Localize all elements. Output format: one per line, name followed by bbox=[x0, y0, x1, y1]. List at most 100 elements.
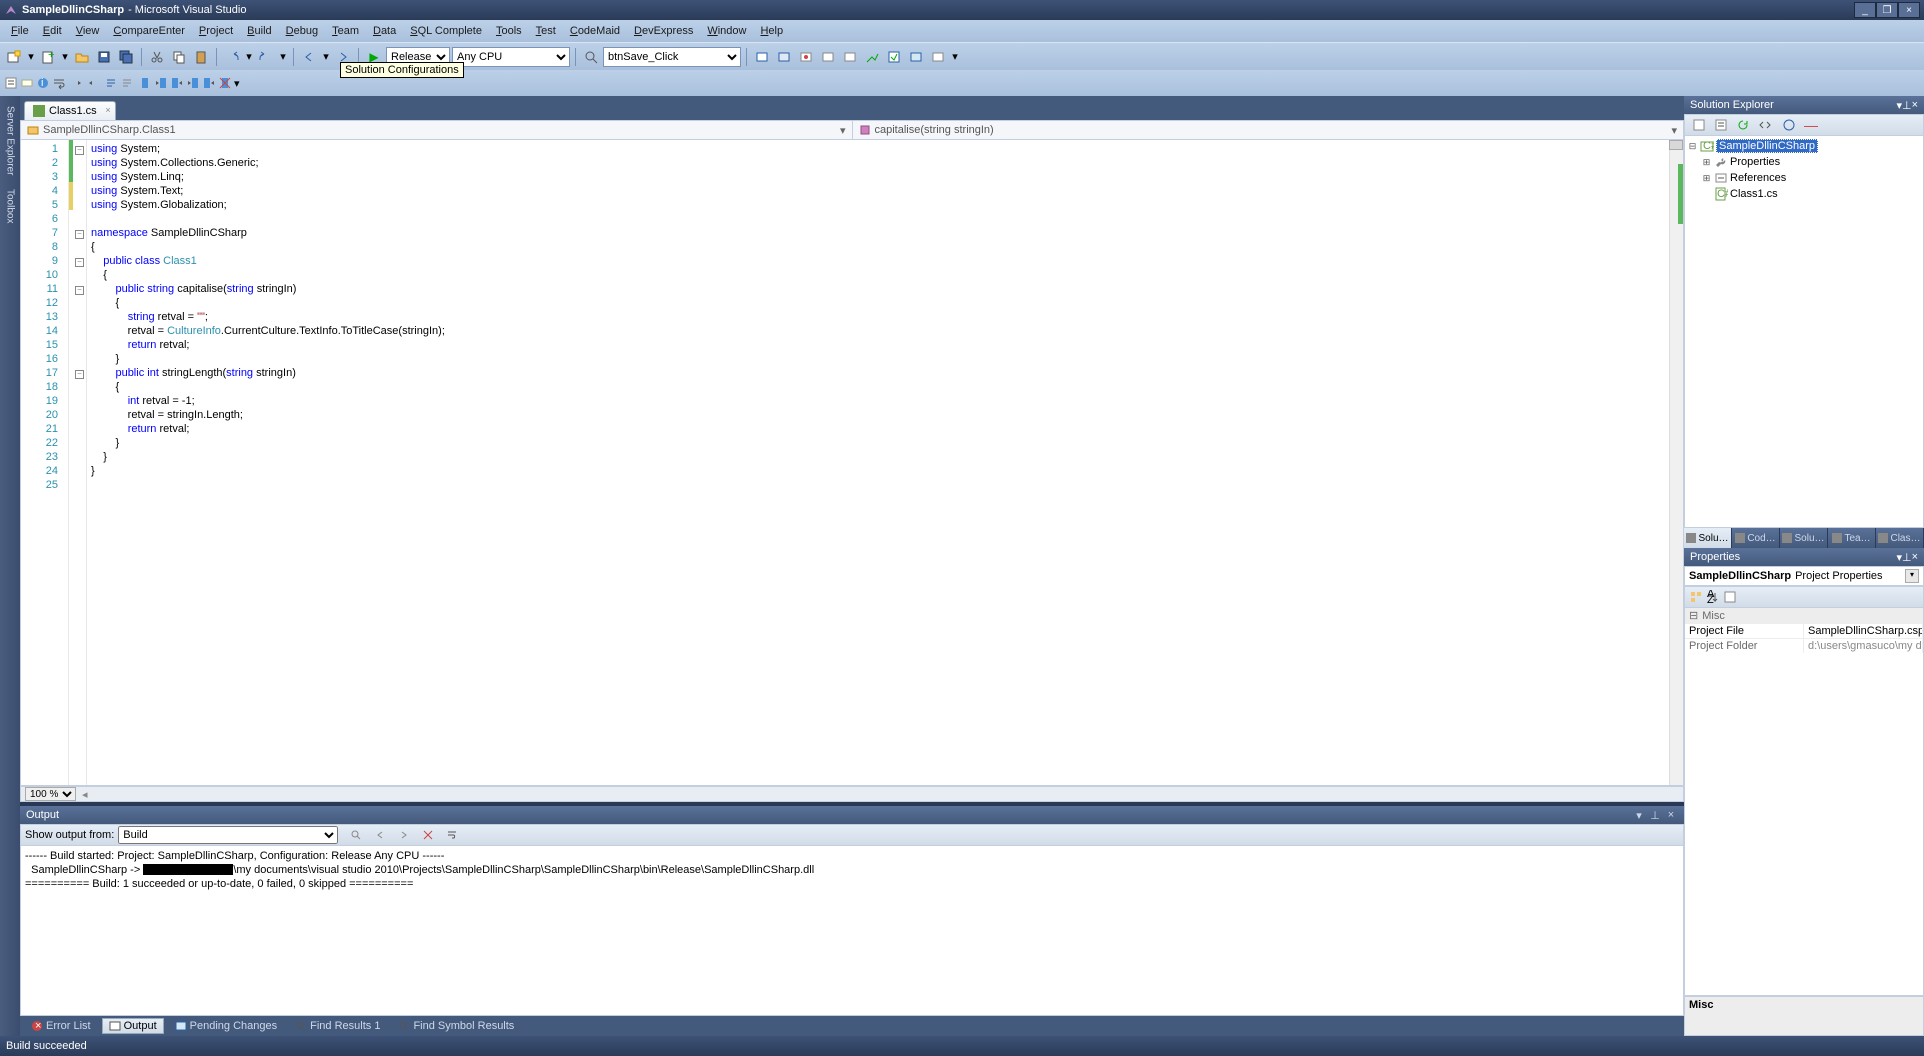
tool-btn-5[interactable] bbox=[840, 47, 860, 67]
copy-button[interactable] bbox=[169, 47, 189, 67]
restore-button[interactable]: ❐ bbox=[1876, 2, 1898, 18]
indent-more-button[interactable] bbox=[86, 76, 100, 90]
fold-toggle[interactable]: − bbox=[75, 258, 84, 267]
type-nav-dropdown[interactable]: SampleDllinCSharp.Class1 ▾ bbox=[21, 121, 853, 139]
prop-pin-button[interactable]: ⊥ bbox=[1902, 551, 1912, 564]
menu-sql-complete[interactable]: SQL Complete bbox=[403, 23, 489, 39]
doc-tab-class1[interactable]: Class1.cs × bbox=[24, 101, 116, 120]
paste-button[interactable] bbox=[191, 47, 211, 67]
collapse-icon[interactable]: ⊟ bbox=[1689, 609, 1698, 622]
output-prev-button[interactable] bbox=[370, 826, 390, 844]
prop-category[interactable]: ⊟Misc bbox=[1685, 608, 1923, 623]
panel-close-button[interactable]: × bbox=[1664, 808, 1678, 822]
bottom-tab-error-list[interactable]: ×Error List bbox=[24, 1018, 98, 1034]
output-find-button[interactable] bbox=[346, 826, 366, 844]
se-close-button[interactable]: × bbox=[1912, 99, 1918, 111]
tool-btn-8[interactable] bbox=[906, 47, 926, 67]
new-project-button[interactable] bbox=[4, 47, 24, 67]
property-pages-button[interactable] bbox=[1723, 590, 1737, 604]
menu-build[interactable]: Build bbox=[240, 23, 278, 39]
property-object-selector[interactable]: SampleDllinCSharp Project Properties ▾ bbox=[1684, 566, 1924, 586]
tool-btn-9[interactable] bbox=[928, 47, 948, 67]
save-all-button[interactable] bbox=[116, 47, 136, 67]
tree-expander[interactable]: ⊟ bbox=[1687, 141, 1698, 152]
next-bookmark-button[interactable] bbox=[170, 76, 184, 90]
save-button[interactable] bbox=[94, 47, 114, 67]
prop-close-button[interactable]: × bbox=[1912, 551, 1918, 563]
menu-team[interactable]: Team bbox=[325, 23, 366, 39]
open-button[interactable] bbox=[72, 47, 92, 67]
output-text[interactable]: ------ Build started: Project: SampleDll… bbox=[20, 846, 1684, 1016]
alphabetical-button[interactable]: AZ bbox=[1705, 590, 1719, 604]
editor-scrollbar[interactable] bbox=[1669, 140, 1683, 785]
right-tab-0[interactable]: Solu… bbox=[1684, 528, 1732, 548]
tool-btn-1[interactable] bbox=[752, 47, 772, 67]
menu-tools[interactable]: Tools bbox=[489, 23, 529, 39]
fold-toggle[interactable]: − bbox=[75, 230, 84, 239]
panel-menu-button[interactable]: ▾ bbox=[1632, 808, 1646, 822]
tool-btn-4[interactable] bbox=[818, 47, 838, 67]
bottom-tab-output[interactable]: Output bbox=[102, 1018, 164, 1034]
tool-btn-3[interactable] bbox=[796, 47, 816, 67]
dock-tab-server-explorer[interactable]: Server Explorer bbox=[3, 100, 18, 181]
right-tab-4[interactable]: Clas… bbox=[1876, 528, 1924, 548]
quick-info-button[interactable]: i bbox=[36, 76, 50, 90]
undo-dropdown[interactable]: ▾ bbox=[244, 47, 254, 67]
member-nav-dropdown[interactable]: capitalise(string stringIn) ▾ bbox=[853, 121, 1684, 139]
menu-compareenter[interactable]: CompareEnter bbox=[106, 23, 192, 39]
tree-expander[interactable]: ⊞ bbox=[1701, 173, 1712, 184]
se-show-all-button[interactable] bbox=[1711, 116, 1731, 134]
output-wrap-button[interactable] bbox=[442, 826, 462, 844]
se-properties-button[interactable] bbox=[1689, 116, 1709, 134]
find-button[interactable] bbox=[581, 47, 601, 67]
se-view-code-button[interactable] bbox=[1755, 116, 1775, 134]
bottom-tab-find-symbol-results[interactable]: Find Symbol Results bbox=[391, 1018, 521, 1034]
panel-pin-button[interactable]: ⊥ bbox=[1648, 808, 1662, 822]
fold-toggle[interactable]: − bbox=[75, 286, 84, 295]
se-pin-button[interactable]: ⊥ bbox=[1902, 99, 1912, 112]
tree-references[interactable]: ⊞ References bbox=[1687, 170, 1921, 186]
bottom-tab-find-results-1[interactable]: Find Results 1 bbox=[288, 1018, 387, 1034]
tree-expander[interactable]: ⊞ bbox=[1701, 157, 1712, 168]
minimize-button[interactable]: _ bbox=[1854, 2, 1876, 18]
output-source-select[interactable]: Build bbox=[118, 826, 338, 844]
add-item-button[interactable]: + bbox=[38, 47, 58, 67]
add-item-dropdown[interactable]: ▾ bbox=[60, 47, 70, 67]
menu-view[interactable]: View bbox=[69, 23, 107, 39]
solution-platform-select[interactable]: Any CPU bbox=[452, 47, 570, 67]
new-project-dropdown[interactable]: ▾ bbox=[26, 47, 36, 67]
bookmark-button[interactable] bbox=[138, 76, 152, 90]
menu-window[interactable]: Window bbox=[700, 23, 753, 39]
menu-help[interactable]: Help bbox=[753, 23, 790, 39]
tool-btn-2[interactable] bbox=[774, 47, 794, 67]
clear-bookmarks-button[interactable] bbox=[218, 76, 232, 90]
cut-button[interactable] bbox=[147, 47, 167, 67]
se-sync-button[interactable] bbox=[1779, 116, 1799, 134]
close-button[interactable]: × bbox=[1898, 2, 1920, 18]
member-list-button[interactable] bbox=[4, 76, 18, 90]
toolbar-overflow[interactable]: ▾ bbox=[950, 47, 960, 67]
menu-project[interactable]: Project bbox=[192, 23, 240, 39]
tool-btn-6[interactable] bbox=[862, 47, 882, 67]
toolbar2-overflow[interactable]: ▾ bbox=[234, 77, 244, 90]
se-refresh-button[interactable] bbox=[1733, 116, 1753, 134]
tree-root[interactable]: ⊟ C# SampleDllinCSharp bbox=[1687, 138, 1921, 154]
fold-toggle[interactable]: − bbox=[75, 370, 84, 379]
menu-debug[interactable]: Debug bbox=[279, 23, 325, 39]
indent-less-button[interactable] bbox=[70, 76, 84, 90]
nav-back-dropdown[interactable]: ▾ bbox=[321, 47, 331, 67]
menu-data[interactable]: Data bbox=[366, 23, 403, 39]
nav-back-button[interactable] bbox=[299, 47, 319, 67]
prev-bookmark-button[interactable] bbox=[154, 76, 168, 90]
bottom-tab-pending-changes[interactable]: Pending Changes bbox=[168, 1018, 284, 1034]
redo-button[interactable] bbox=[256, 47, 276, 67]
categorized-button[interactable] bbox=[1689, 590, 1703, 604]
right-tab-2[interactable]: Solu… bbox=[1780, 528, 1828, 548]
next-bookmark-folder-button[interactable] bbox=[202, 76, 216, 90]
comment-button[interactable] bbox=[104, 76, 118, 90]
output-clear-button[interactable] bbox=[418, 826, 438, 844]
prev-bookmark-folder-button[interactable] bbox=[186, 76, 200, 90]
code-area[interactable]: using System;using System.Collections.Ge… bbox=[87, 140, 1669, 785]
right-tab-1[interactable]: Cod… bbox=[1732, 528, 1780, 548]
prop-row[interactable]: Project Folderd:\users\gmasuco\my docume… bbox=[1685, 638, 1923, 653]
